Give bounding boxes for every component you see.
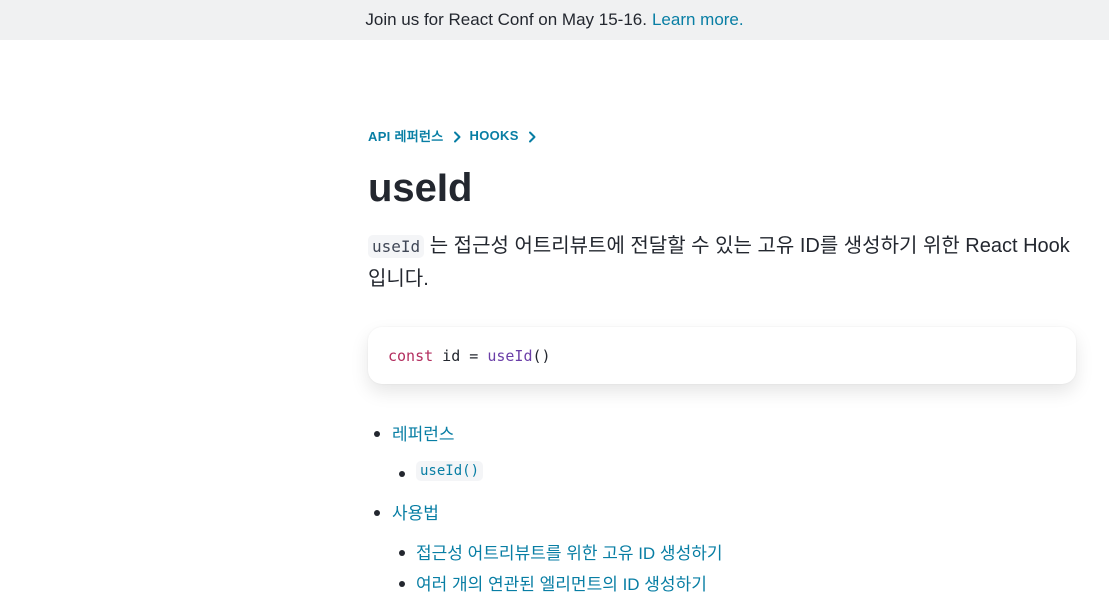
intro-text: 는 접근성 어트리뷰트에 전달할 수 있는 고유 ID를 생성하기 위한 Rea…	[368, 235, 1070, 290]
breadcrumb: API 레퍼런스 HOOKS	[368, 126, 545, 145]
toc-link-usage[interactable]: 사용법	[392, 499, 439, 524]
code-function: useId	[487, 346, 533, 365]
code-keyword: const	[388, 346, 434, 365]
toc-link-useid[interactable]: useId()	[416, 460, 484, 481]
toc-link-multiple-ids[interactable]: 여러 개의 연관된 엘리먼트의 ID 생성하기	[416, 570, 707, 595]
banner-text: Join us for React Conf on May 15-16.	[365, 10, 647, 29]
inline-code-useid-call: useId()	[416, 461, 484, 481]
bullet	[399, 550, 405, 556]
chevron-right-icon	[519, 128, 545, 143]
intro-paragraph: useId 는 접근성 어트리뷰트에 전달할 수 있는 고유 ID를 생성하기 …	[368, 230, 1078, 295]
bullet	[374, 431, 380, 437]
bullet	[399, 581, 405, 587]
announcement-banner: Join us for React Conf on May 15-16. Lea…	[0, 0, 1109, 40]
code-tail: ()	[532, 346, 551, 365]
code-middle: id =	[433, 346, 488, 365]
toc-link-reference[interactable]: 레퍼런스	[392, 420, 455, 445]
breadcrumb-api-reference[interactable]: API 레퍼런스	[368, 126, 444, 145]
banner-learn-more-link[interactable]: Learn more.	[652, 10, 744, 30]
bullet	[374, 510, 380, 516]
page-title: useId	[368, 166, 473, 210]
chevron-right-icon	[444, 128, 470, 143]
bullet	[399, 471, 405, 477]
breadcrumb-hooks[interactable]: HOOKS	[470, 128, 519, 143]
code-sample: const id = useId()	[368, 327, 1076, 384]
inline-code-useid: useId	[368, 235, 425, 258]
toc-link-accessibility-ids[interactable]: 접근성 어트리뷰트를 위한 고유 ID 생성하기	[416, 539, 723, 564]
